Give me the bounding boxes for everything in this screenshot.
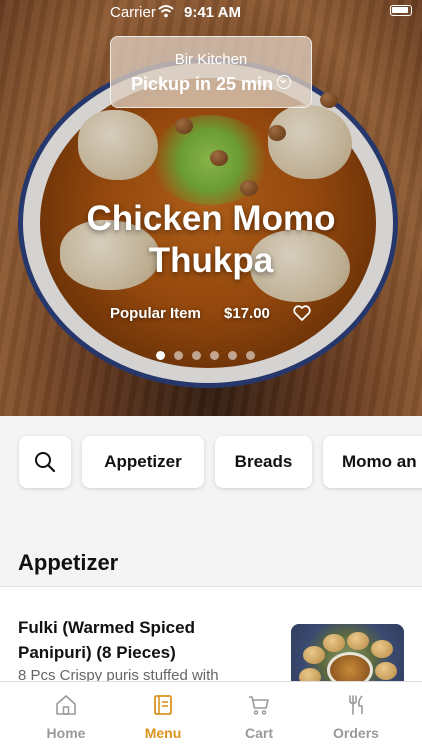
featured-item-title: Chicken Momo Thukpa [40, 198, 382, 282]
featured-price: $17.00 [224, 305, 270, 322]
menu-book-icon [154, 695, 172, 715]
fork-knife-icon [349, 695, 363, 715]
menu-item-name: Fulki (Warmed Spiced Panipuri) (8 Pieces… [18, 618, 195, 662]
menu-item-image [291, 624, 404, 683]
tab-cart[interactable]: Cart [211, 682, 307, 751]
heart-icon[interactable] [293, 305, 311, 321]
puri-image [347, 632, 369, 650]
carousel-dot[interactable] [156, 351, 165, 360]
category-bar: Appetizer Breads Momo an [0, 416, 422, 526]
carousel-dot[interactable] [174, 351, 183, 360]
tab-home[interactable]: Home [18, 682, 114, 751]
search-button[interactable] [19, 436, 71, 488]
section-title: Appetizer [18, 550, 119, 575]
carrier-label: Carrier [110, 4, 156, 21]
popular-tag: Popular Item [110, 305, 201, 322]
tab-menu-label: Menu [144, 725, 182, 741]
pickup-time-row: Pickup in 25 min [111, 74, 311, 95]
tab-menu[interactable]: Menu [115, 682, 211, 751]
title-line-2: Thukpa [148, 241, 274, 280]
search-icon [35, 452, 56, 473]
hero-banner[interactable]: Carrier 9:41 AM Bir Kitchen Pickup in 25… [0, 0, 422, 416]
category-chip-appetizer[interactable]: Appetizer [82, 436, 204, 488]
section-header: Appetizer [0, 536, 422, 587]
battery-icon [390, 5, 412, 16]
category-chip-momo[interactable]: Momo an [323, 436, 422, 488]
puri-image [375, 662, 397, 680]
carousel-dot[interactable] [192, 351, 201, 360]
chutney-bowl-image [327, 652, 373, 683]
title-line-1: Chicken Momo [86, 199, 336, 238]
category-chip-breads[interactable]: Breads [215, 436, 312, 488]
puri-image [323, 634, 345, 652]
tab-bar: Home Menu Cart Orders [0, 681, 422, 751]
pickup-time-label: Pickup in 25 min [130, 74, 274, 94]
puri-image [371, 640, 393, 658]
restaurant-name: Bir Kitchen [174, 51, 248, 68]
status-bar: Carrier 9:41 AM [0, 0, 422, 24]
home-icon [56, 695, 76, 715]
carousel-dot[interactable] [228, 351, 237, 360]
pickup-selector[interactable]: Bir Kitchen Pickup in 25 min [110, 36, 312, 108]
wifi-icon [158, 5, 174, 18]
tab-orders-label: Orders [333, 725, 379, 741]
cart-icon [249, 696, 269, 715]
menu-item-card[interactable]: Fulki (Warmed Spiced Panipuri) (8 Pieces… [0, 587, 422, 683]
tab-cart-label: Cart [244, 725, 273, 741]
carousel-dot[interactable] [210, 351, 219, 360]
tab-home-label: Home [46, 725, 86, 741]
carousel-dot[interactable] [246, 351, 255, 360]
puri-image [303, 646, 325, 664]
tab-orders[interactable]: Orders [308, 682, 404, 751]
clock: 9:41 AM [184, 4, 241, 21]
chevron-down-icon [277, 75, 292, 89]
